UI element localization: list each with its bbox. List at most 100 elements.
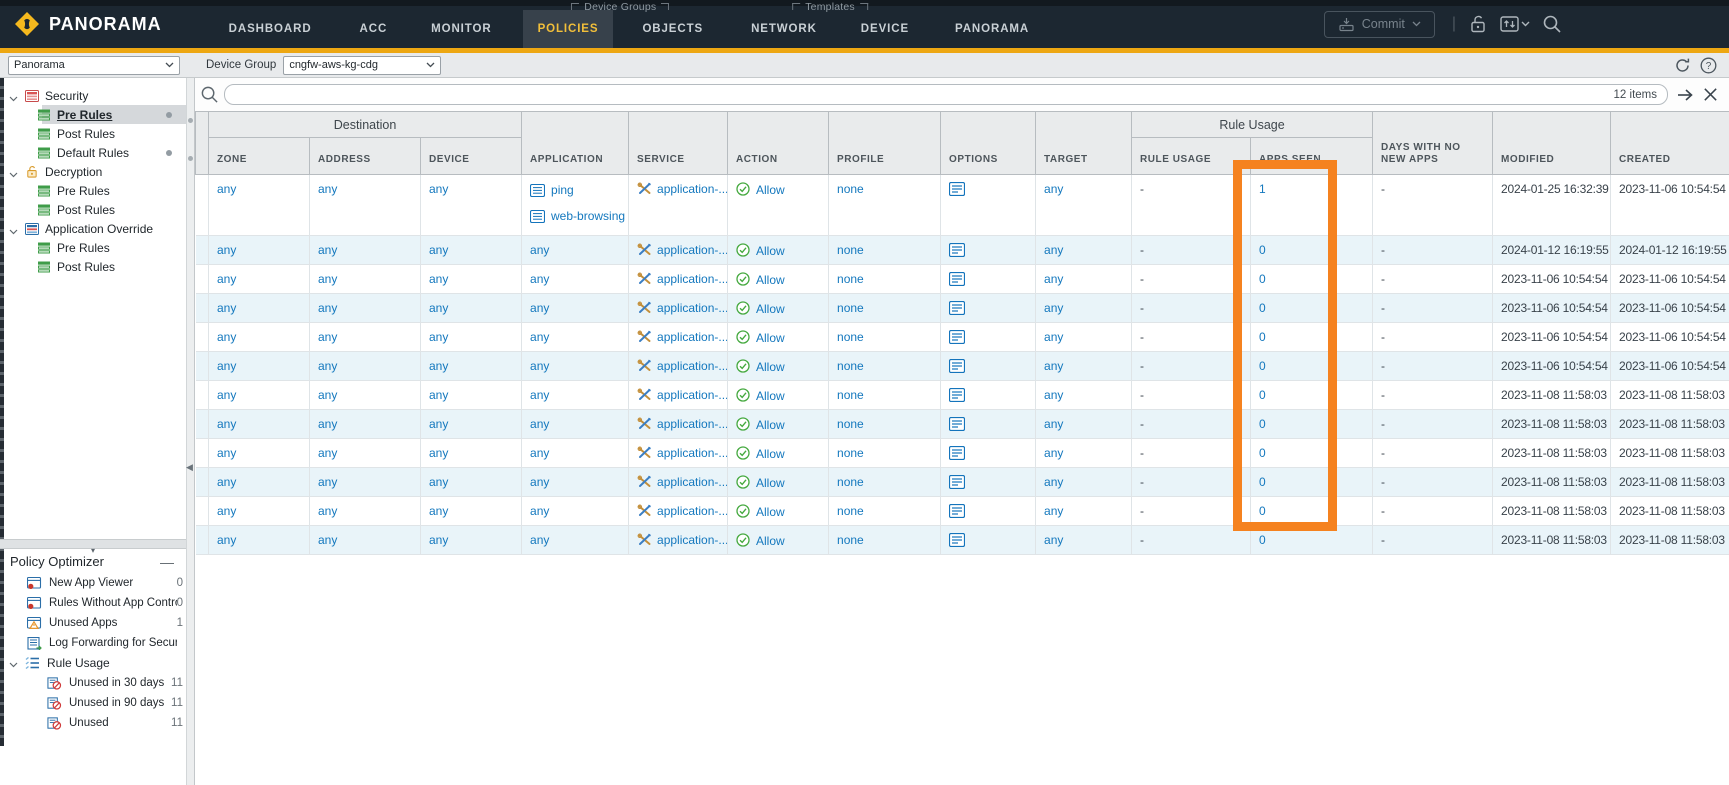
cell-zone[interactable]: any <box>209 526 310 555</box>
cell-apps-seen[interactable]: 0 <box>1251 236 1373 265</box>
po-item-rule-usage[interactable]: Rule Usage <box>0 653 186 673</box>
cell-zone[interactable]: any <box>209 410 310 439</box>
cell-target[interactable]: any <box>1036 265 1132 294</box>
tab-device[interactable]: DEVICE <box>846 10 924 48</box>
cell-device[interactable]: any <box>421 439 522 468</box>
tab-dashboard[interactable]: DASHBOARD <box>214 10 327 48</box>
sidebar-item-decryption-post-rules[interactable]: Post Rules <box>0 200 186 219</box>
sidebar-item-security-post-rules[interactable]: Post Rules <box>0 124 186 143</box>
application-link[interactable]: ping <box>551 177 574 203</box>
cell-apps-seen[interactable]: 0 <box>1251 352 1373 381</box>
cell-address[interactable]: any <box>310 175 421 236</box>
cell-options[interactable] <box>941 381 1036 410</box>
push-changes-icon[interactable] <box>1500 13 1530 35</box>
cell-device[interactable]: any <box>421 323 522 352</box>
cell-application[interactable]: any <box>522 526 629 555</box>
po-item-unused-apps[interactable]: Unused Apps 1 <box>0 613 186 633</box>
application-link[interactable]: any <box>530 272 549 286</box>
table-row[interactable]: anyanyanyanyapplication-...Allownoneany-… <box>196 265 1729 294</box>
cell-address[interactable]: any <box>310 439 421 468</box>
cell-device[interactable]: any <box>421 265 522 294</box>
cell-zone[interactable]: any <box>209 497 310 526</box>
tab-network[interactable]: NETWORK <box>736 10 832 48</box>
cell-address[interactable]: any <box>310 352 421 381</box>
cell-address[interactable]: any <box>310 236 421 265</box>
table-row[interactable]: anyanyanyanyapplication-...Allownoneany-… <box>196 236 1729 265</box>
cell-application[interactable]: any <box>522 352 629 381</box>
cell-device[interactable]: any <box>421 497 522 526</box>
cell-zone[interactable]: any <box>209 323 310 352</box>
column-header-application[interactable]: APPLICATION <box>522 112 629 175</box>
cell-profile[interactable]: none <box>829 294 941 323</box>
table-row[interactable]: anyanyanyanyapplication-...Allownoneany-… <box>196 497 1729 526</box>
cell-target[interactable]: any <box>1036 175 1132 236</box>
cell-application[interactable]: any <box>522 468 629 497</box>
cell-action[interactable]: Allow <box>728 352 829 381</box>
cell-options[interactable] <box>941 323 1036 352</box>
cell-options[interactable] <box>941 265 1036 294</box>
cell-service[interactable]: application-... <box>629 410 728 439</box>
tab-acc[interactable]: ACC <box>345 10 403 48</box>
device-group-select[interactable]: cngfw-aws-kg-cdg <box>283 56 441 75</box>
cell-service[interactable]: application-... <box>629 439 728 468</box>
cell-action[interactable]: Allow <box>728 236 829 265</box>
filter-input[interactable] <box>237 87 1614 103</box>
application-link[interactable]: any <box>530 388 549 402</box>
table-row[interactable]: anyanyanyanyapplication-...Allownoneany-… <box>196 439 1729 468</box>
cell-service[interactable]: application-... <box>629 175 728 236</box>
cell-service[interactable]: application-... <box>629 236 728 265</box>
cell-apps-seen[interactable]: 1 <box>1251 175 1373 236</box>
cell-profile[interactable]: none <box>829 439 941 468</box>
po-item-rules-without-app-controls[interactable]: Rules Without App Controls 0 <box>0 593 186 613</box>
cell-service[interactable]: application-... <box>629 294 728 323</box>
cell-action[interactable]: Allow <box>728 468 829 497</box>
clear-filter-icon[interactable] <box>1702 86 1720 104</box>
tab-objects[interactable]: OBJECTS <box>627 10 718 48</box>
table-row[interactable]: anyanyanyanyapplication-...Allownoneany-… <box>196 352 1729 381</box>
cell-device[interactable]: any <box>421 236 522 265</box>
column-header-action[interactable]: ACTION <box>728 112 829 175</box>
cell-service[interactable]: application-... <box>629 526 728 555</box>
cell-apps-seen[interactable]: 0 <box>1251 439 1373 468</box>
table-row[interactable]: anyanyanyanyapplication-...Allownoneany-… <box>196 410 1729 439</box>
cell-target[interactable]: any <box>1036 439 1132 468</box>
application-link[interactable]: any <box>530 475 549 489</box>
cell-application[interactable]: any <box>522 410 629 439</box>
cell-profile[interactable]: none <box>829 468 941 497</box>
destination-group-header[interactable]: Destination <box>209 112 522 138</box>
cell-application[interactable]: pingweb-browsing <box>522 175 629 236</box>
lock-icon[interactable] <box>1467 13 1489 35</box>
column-header-address[interactable]: ADDRESS <box>310 138 421 175</box>
cell-profile[interactable]: none <box>829 352 941 381</box>
table-row[interactable]: anyanyanyanyapplication-...Allownoneany-… <box>196 294 1729 323</box>
cell-zone[interactable]: any <box>209 265 310 294</box>
cell-address[interactable]: any <box>310 265 421 294</box>
tab-panorama[interactable]: PANORAMA <box>940 10 1044 48</box>
column-header-modified[interactable]: MODIFIED <box>1493 112 1611 175</box>
cell-action[interactable]: Allow <box>728 526 829 555</box>
table-row[interactable]: anyanyanyanyapplication-...Allownoneany-… <box>196 468 1729 497</box>
application-link[interactable]: any <box>530 533 549 547</box>
cell-target[interactable]: any <box>1036 294 1132 323</box>
cell-apps-seen[interactable]: 0 <box>1251 497 1373 526</box>
cell-device[interactable]: any <box>421 468 522 497</box>
cell-action[interactable]: Allow <box>728 175 829 236</box>
sidebar-item-application-override[interactable]: Application Override <box>0 219 186 238</box>
cell-service[interactable]: application-... <box>629 497 728 526</box>
tab-monitor[interactable]: MONITOR <box>416 10 506 48</box>
sidebar-item-appoverride-post-rules[interactable]: Post Rules <box>0 257 186 276</box>
cell-apps-seen[interactable]: 0 <box>1251 526 1373 555</box>
cell-address[interactable]: any <box>310 410 421 439</box>
cell-action[interactable]: Allow <box>728 410 829 439</box>
cell-service[interactable]: application-... <box>629 381 728 410</box>
column-header-options[interactable]: OPTIONS <box>941 112 1036 175</box>
column-header-apps-seen[interactable]: APPS SEEN <box>1251 138 1373 175</box>
column-header-profile[interactable]: PROFILE <box>829 112 941 175</box>
cell-zone[interactable]: any <box>209 439 310 468</box>
cell-application[interactable]: any <box>522 265 629 294</box>
table-row[interactable]: anyanyanyanyapplication-...Allownoneany-… <box>196 526 1729 555</box>
sidebar-item-decryption[interactable]: Decryption <box>0 162 186 181</box>
po-item-new-app-viewer[interactable]: New App Viewer 0 <box>0 573 186 593</box>
cell-options[interactable] <box>941 468 1036 497</box>
cell-zone[interactable]: any <box>209 236 310 265</box>
